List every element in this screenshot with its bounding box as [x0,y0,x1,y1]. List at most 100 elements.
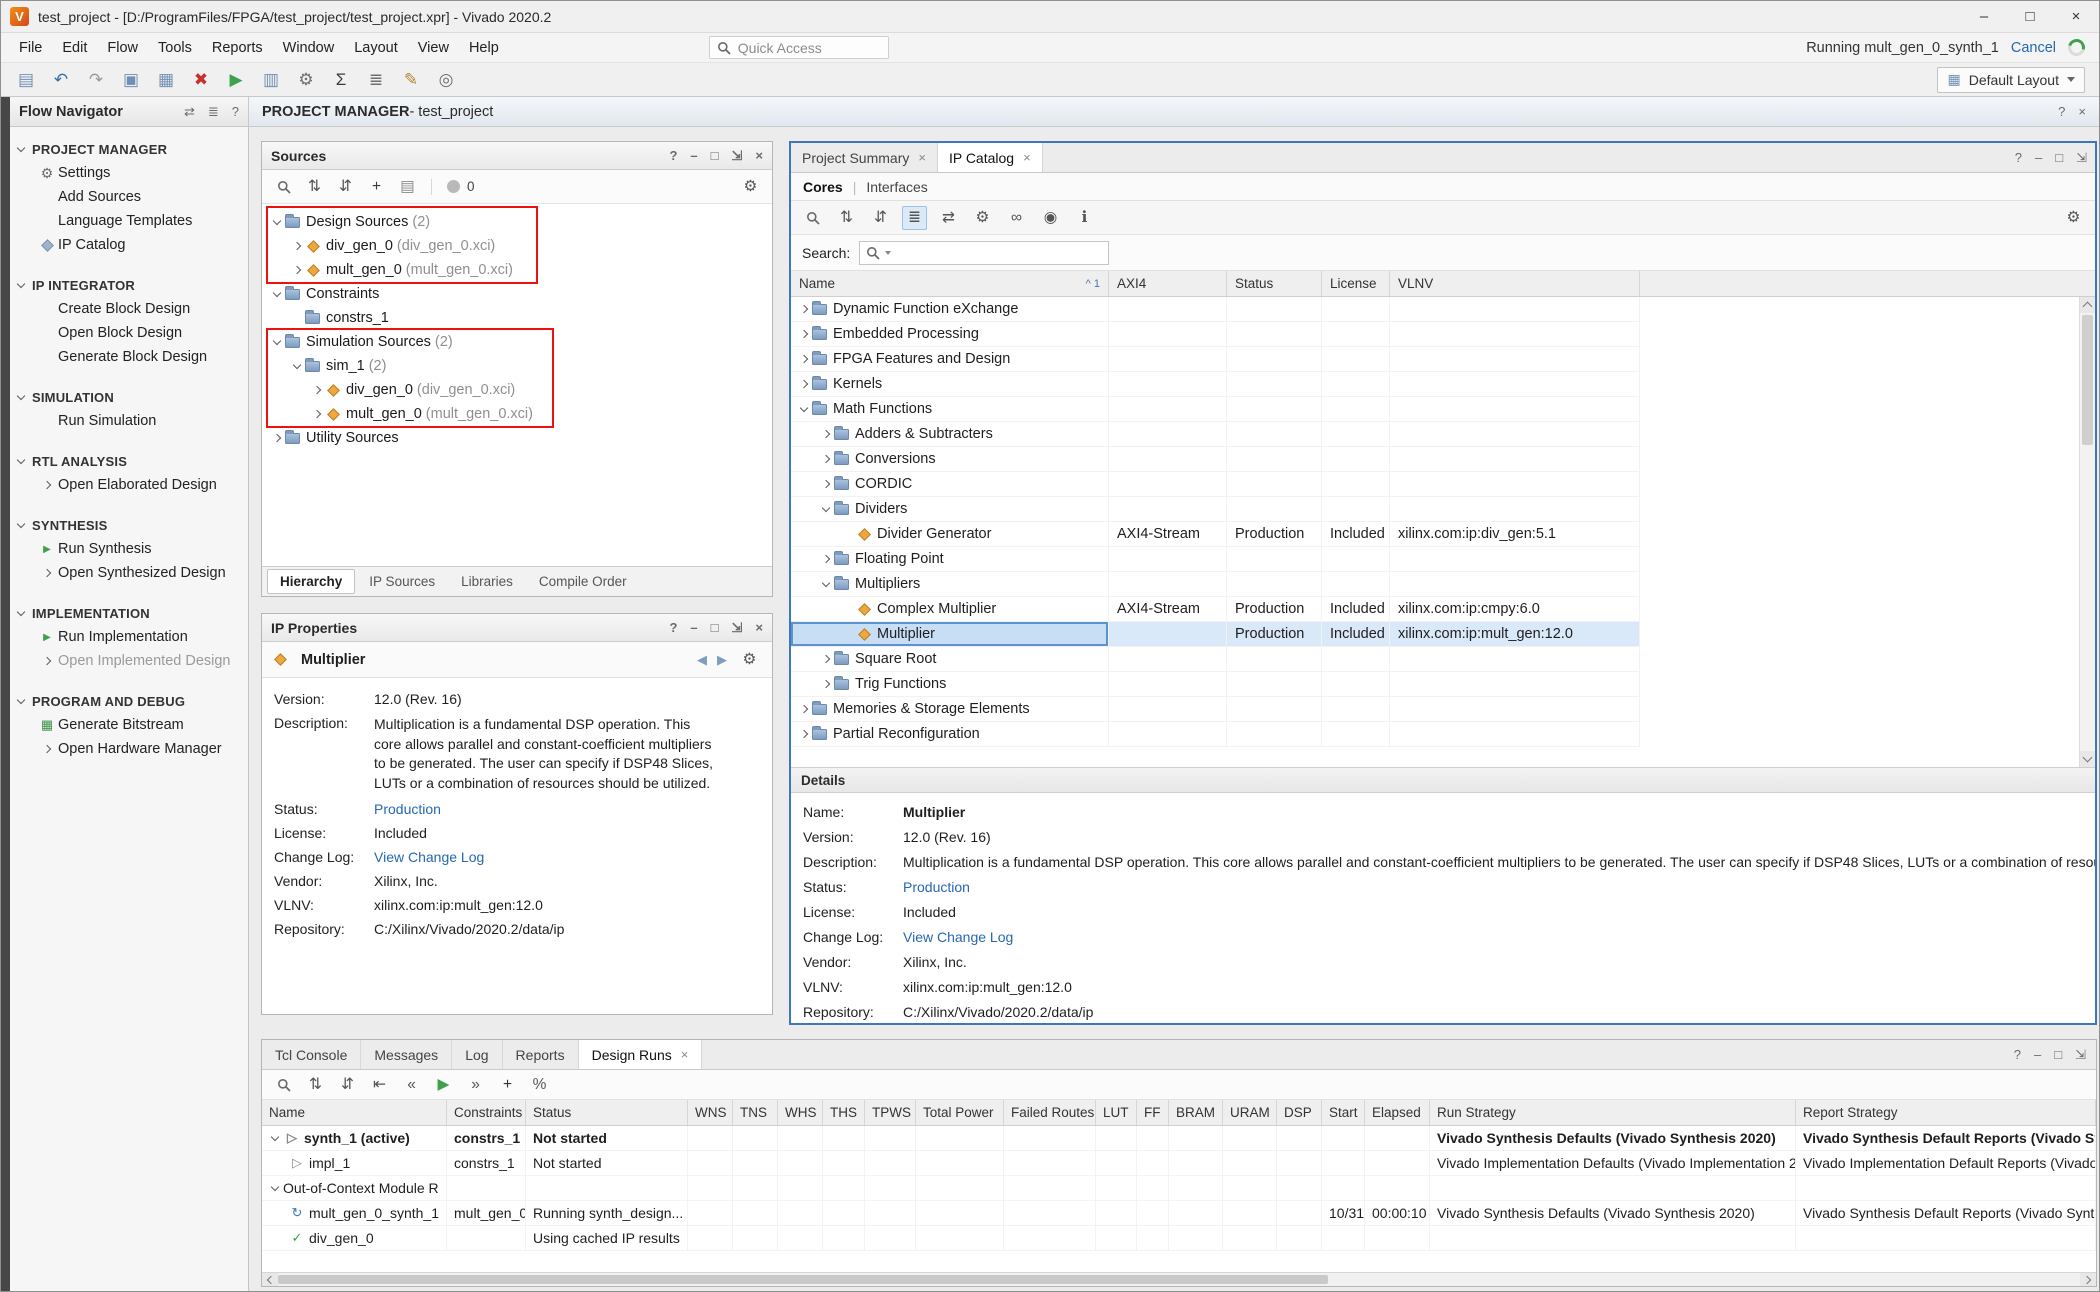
step-forward-icon[interactable]: » [463,1073,488,1097]
restore-layout-icon[interactable]: ⇄ [936,206,961,230]
property-value[interactable]: Production [374,801,441,817]
source-tree-item-div-gen-0[interactable]: div_gen_0 (div_gen_0.xci) [262,234,772,258]
run-row-out-of-context-module-runs[interactable]: Out-of-Context Module Runs [262,1176,2096,1201]
catalog-row-floating-point[interactable]: Floating Point [791,547,1640,572]
catalog-row-adders-subtracters[interactable]: Adders & Subtracters [791,422,1640,447]
forward-icon[interactable]: ▶ [717,652,727,668]
menu-help[interactable]: Help [459,36,509,60]
column-header-name[interactable]: Name^ 1 [791,271,1109,296]
column-header-constraints[interactable]: Constraints [447,1100,526,1125]
cancel-run-link[interactable]: Cancel [2011,40,2056,56]
source-tree-item-utility-sources[interactable]: Utility Sources [262,426,772,450]
ip-settings-icon[interactable]: ⚙ [970,206,995,230]
detail-value[interactable]: Production [903,879,970,895]
tree-expander[interactable] [288,267,305,273]
close-icon[interactable]: × [681,1047,689,1062]
maximize-icon[interactable]: ⇲ [732,149,743,162]
tree-expander[interactable] [817,456,834,462]
layout-selector[interactable]: ▦ Default Layout [1937,67,2085,93]
tree-expander[interactable] [795,407,812,411]
bottom-tab-tcl-console[interactable]: Tcl Console [262,1040,361,1069]
source-tree-item-design-sources[interactable]: Design Sources (2) [262,210,772,234]
flownav-item-generate-block-design[interactable]: Generate Block Design [10,345,248,369]
tree-expander[interactable] [817,556,834,562]
group-by-category-icon[interactable]: ≣ [902,206,927,230]
create-run-icon[interactable]: + [495,1073,520,1097]
open-icon[interactable]: ▤ [11,66,41,93]
bottom-tab-design-runs[interactable]: Design Runs× [579,1040,703,1069]
help-icon[interactable]: ? [2058,105,2065,118]
column-header-tns[interactable]: TNS [733,1100,778,1125]
report-icon[interactable]: ▥ [256,66,286,93]
collapse-icon[interactable]: – [2035,151,2042,164]
catalog-row-dividers[interactable]: Dividers [791,497,1640,522]
column-header-lut[interactable]: LUT [1096,1100,1137,1125]
scroll-left-arrow[interactable] [262,1273,278,1286]
subtab-interfaces[interactable]: Interfaces [866,179,927,195]
subtab-cores[interactable]: Cores [803,179,843,195]
source-tree-item-div-gen-0[interactable]: div_gen_0 (div_gen_0.xci) [262,378,772,402]
tree-expander[interactable] [795,381,812,387]
tree-expander[interactable] [817,507,834,511]
flownav-section-header-ip-integrator[interactable]: IP INTEGRATOR [10,273,248,297]
collapse-all-icon[interactable]: ⇅ [302,175,327,199]
close-icon[interactable]: × [755,621,763,634]
close-icon[interactable]: × [1023,150,1031,165]
flownav-item-settings[interactable]: ⚙Settings [10,161,248,185]
web-update-icon[interactable]: ◉ [1038,206,1063,230]
flownav-item-open-synthesized-design[interactable]: Open Synthesized Design [10,561,248,585]
search-icon[interactable] [800,206,825,230]
tab-project-summary[interactable]: Project Summary× [791,143,938,172]
help-icon[interactable]: ? [232,105,239,118]
dashboard-icon[interactable]: ▦ [151,66,181,93]
close-icon[interactable]: × [918,150,926,165]
collapse-all-icon[interactable]: ⇅ [303,1073,328,1097]
collapse-icon[interactable]: – [690,621,697,634]
flownav-item-ip-catalog[interactable]: IP Catalog [10,233,248,257]
column-header-license[interactable]: License [1322,271,1390,296]
expand-all-icon[interactable]: ⇵ [335,1073,360,1097]
source-tree-item-mult-gen-0[interactable]: mult_gen_0 (mult_gen_0.xci) [262,402,772,426]
float-icon[interactable]: □ [2054,1048,2062,1061]
column-header-ff[interactable]: FF [1137,1100,1169,1125]
column-header-status[interactable]: Status [526,1100,688,1125]
column-header-wns[interactable]: WNS [688,1100,733,1125]
column-header-failed-routes[interactable]: Failed Routes [1004,1100,1096,1125]
reset-runs-icon[interactable]: ⇤ [367,1073,392,1097]
flownav-section-header-project-manager[interactable]: PROJECT MANAGER [10,137,248,161]
column-header-whs[interactable]: WHS [778,1100,823,1125]
menu-file[interactable]: File [9,36,52,60]
maximize-icon[interactable]: ⇲ [2076,151,2087,164]
tree-expander[interactable] [268,220,285,224]
run-icon[interactable]: ▶ [221,66,251,93]
layout-grid-icon[interactable]: ≣ [361,66,391,93]
catalog-row-embedded-processing[interactable]: Embedded Processing [791,322,1640,347]
column-header-run-strategy[interactable]: Run Strategy [1430,1100,1796,1125]
column-header-total-power[interactable]: Total Power [916,1100,1004,1125]
property-value[interactable]: View Change Log [374,849,484,865]
source-tree-item-constrs-1[interactable]: constrs_1 [262,306,772,330]
step-back-icon[interactable]: « [399,1073,424,1097]
settings-gear-icon[interactable]: ⚙ [2061,206,2086,230]
source-tree-item-constraints[interactable]: Constraints [262,282,772,306]
help-icon[interactable]: ? [2015,151,2022,164]
flownav-item-open-block-design[interactable]: Open Block Design [10,321,248,345]
scroll-right-arrow[interactable] [2080,1273,2096,1286]
gear-icon[interactable]: ⚙ [291,66,321,93]
scroll-to-icon[interactable]: ▤ [395,175,420,199]
scrollbar-thumb[interactable] [2082,315,2093,445]
info-icon[interactable]: ℹ [1072,206,1097,230]
tree-expander[interactable] [817,431,834,437]
add-repository-icon[interactable]: ∞ [1004,206,1029,230]
settings-gear-icon[interactable]: ⚙ [737,648,762,672]
menu-window[interactable]: Window [273,36,345,60]
sources-tab-compile-order[interactable]: Compile Order [527,570,639,593]
search-icon[interactable] [271,1073,296,1097]
tree-expander[interactable] [817,582,834,586]
scrollbar-thumb[interactable] [278,1275,1328,1284]
column-header-axi4[interactable]: AXI4 [1109,271,1227,296]
column-header-uram[interactable]: URAM [1223,1100,1277,1125]
source-tree-item-simulation-sources[interactable]: Simulation Sources (2) [262,330,772,354]
catalog-row-multiplier[interactable]: MultiplierProductionIncludedxilinx.com:i… [791,622,1640,647]
flownav-item-open-hardware-manager[interactable]: Open Hardware Manager [10,737,248,761]
